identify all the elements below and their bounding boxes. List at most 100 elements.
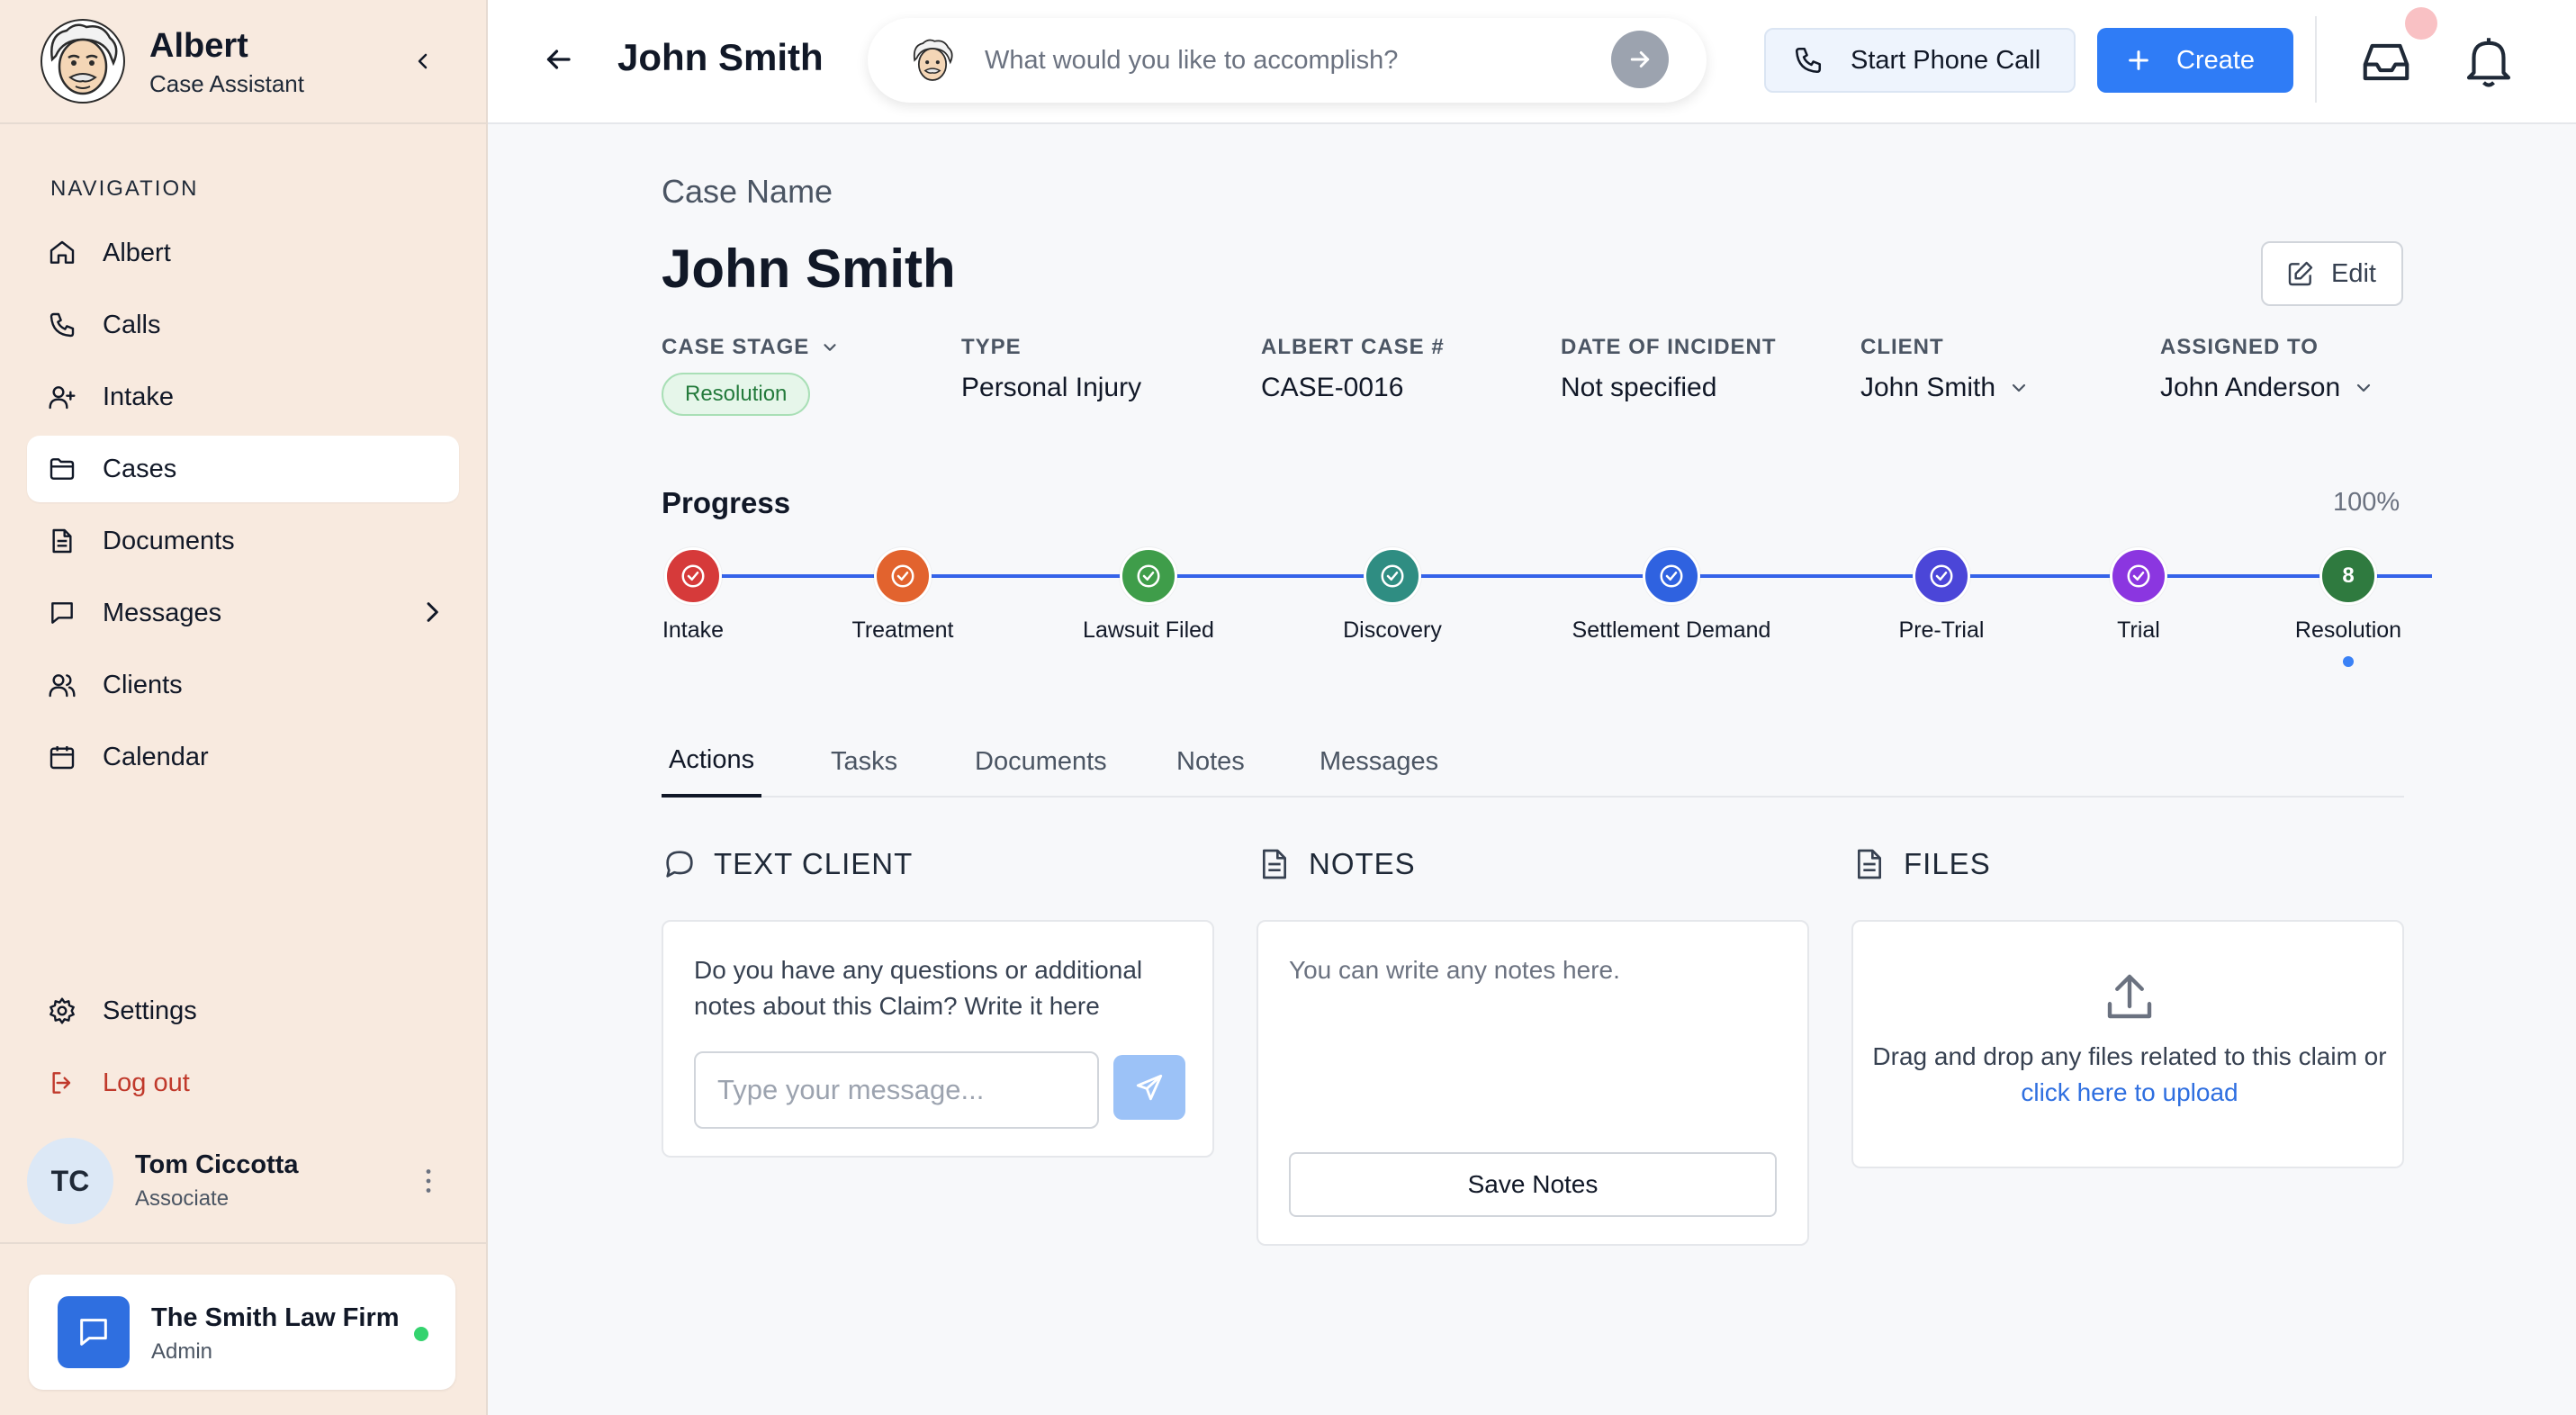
client-value: John Smith xyxy=(1860,373,1996,402)
save-notes-button[interactable]: Save Notes xyxy=(1289,1152,1777,1217)
files-header: FILES xyxy=(1851,846,1991,882)
assigned-to-field: ASSIGNED TO John Anderson xyxy=(2160,335,2374,403)
upload-text: Drag and drop any files related to this … xyxy=(1872,1042,2387,1070)
sidebar-item-calendar[interactable]: Calendar xyxy=(27,724,459,790)
case-stage-label: CASE STAGE xyxy=(662,335,810,359)
check-circle-icon xyxy=(664,547,722,605)
notes-textarea[interactable]: You can write any notes here. xyxy=(1289,952,1793,988)
chat-bubble-icon xyxy=(666,851,693,878)
tab-tasks[interactable]: Tasks xyxy=(831,726,897,798)
avatar: TC xyxy=(27,1138,113,1224)
upload-icon xyxy=(2107,974,2152,1019)
sidebar-item-documents[interactable]: Documents xyxy=(27,508,459,574)
progress-step-intake[interactable]: Intake xyxy=(585,547,801,644)
progress-title: Progress xyxy=(662,486,791,519)
progress-step-resolution[interactable]: 8 Resolution xyxy=(2240,547,2456,667)
assigned-to-dropdown[interactable]: John Anderson xyxy=(2160,373,2374,403)
sidebar-item-albert[interactable]: Albert xyxy=(27,220,459,286)
back-arrow-icon[interactable] xyxy=(542,43,574,76)
step-label: Trial xyxy=(2117,617,2160,643)
sidebar-item-label: Intake xyxy=(103,382,174,411)
plus-icon xyxy=(2129,50,2148,70)
inbox-icon[interactable] xyxy=(2358,34,2414,90)
progress-step-discovery[interactable]: Discovery xyxy=(1284,547,1500,644)
step-label: Settlement Demand xyxy=(1572,617,1771,643)
sidebar-bottom-nav: Settings Log out xyxy=(27,978,459,1122)
files-title: FILES xyxy=(1904,847,1991,880)
send-icon xyxy=(1136,1074,1163,1101)
upload-link[interactable]: click here to upload xyxy=(2021,1078,2238,1106)
phone-icon xyxy=(1795,47,1822,74)
step-label: Resolution xyxy=(2294,617,2402,643)
logout-button[interactable]: Log out xyxy=(27,1050,459,1116)
albert-logo-icon xyxy=(41,19,125,104)
sidebar-item-clients[interactable]: Clients xyxy=(27,652,459,718)
tab-messages[interactable]: Messages xyxy=(1320,726,1438,798)
assistant-search-input[interactable] xyxy=(983,38,1559,83)
create-button[interactable]: Create xyxy=(2097,28,2293,93)
progress-step-trial[interactable]: Trial xyxy=(2031,547,2247,644)
assigned-to-label: ASSIGNED TO xyxy=(2160,335,2319,359)
step-label: Pre-Trial xyxy=(1898,617,1985,643)
sidebar-item-label: Documents xyxy=(103,526,235,555)
text-client-card: Do you have any questions or additional … xyxy=(662,920,1214,1158)
file-dropzone[interactable]: Drag and drop any files related to this … xyxy=(1851,920,2404,1168)
start-phone-call-label: Start Phone Call xyxy=(1851,45,2041,75)
text-client-header: TEXT CLIENT xyxy=(662,846,913,882)
case-detail: Case Name John Smith Edit CASE STAGE Res… xyxy=(488,126,2576,1415)
start-phone-call-button[interactable]: Start Phone Call xyxy=(1764,28,2076,93)
chevron-down-icon xyxy=(824,344,836,351)
case-stage-dropdown[interactable]: CASE STAGE xyxy=(662,335,840,360)
sidebar-item-calls[interactable]: Calls xyxy=(27,292,459,358)
albert-avatar-icon xyxy=(913,39,953,81)
assigned-to-value: John Anderson xyxy=(2160,373,2341,402)
step-label: Intake xyxy=(662,617,725,643)
status-badge: Resolution xyxy=(662,373,811,416)
bell-icon[interactable] xyxy=(2459,31,2518,90)
top-bar: John Smith Start Phone Call Create xyxy=(488,0,2576,124)
sidebar-item-cases[interactable]: Cases xyxy=(27,436,459,502)
tab-notes[interactable]: Notes xyxy=(1176,726,1245,798)
more-vertical-icon[interactable] xyxy=(412,1165,445,1197)
current-step-indicator xyxy=(2343,656,2354,667)
app-subtitle: Case Assistant xyxy=(149,70,304,97)
text-client-prompt: Do you have any questions or additional … xyxy=(694,956,1143,1020)
send-message-button[interactable] xyxy=(1113,1055,1185,1120)
check-circle-icon xyxy=(874,547,932,605)
user-card[interactable]: TC Tom Ciccotta Associate xyxy=(27,1138,459,1224)
firm-switcher[interactable]: The Smith Law Firm Admin xyxy=(29,1275,455,1390)
incident-date-value: Not specified xyxy=(1561,373,1717,402)
progress-step-lawsuit-filed[interactable]: Lawsuit Filed xyxy=(1040,547,1256,644)
sidebar-item-label: Cases xyxy=(103,454,177,483)
chevron-down-icon xyxy=(2012,383,2026,392)
sidebar-item-settings[interactable]: Settings xyxy=(27,978,459,1044)
incident-date-label: DATE OF INCIDENT xyxy=(1561,335,1777,359)
sidebar-item-intake[interactable]: Intake xyxy=(27,364,459,430)
user-role: Associate xyxy=(135,1186,230,1211)
edit-button[interactable]: Edit xyxy=(2261,241,2403,306)
progress-step-treatment[interactable]: Treatment xyxy=(795,547,1011,644)
tab-actions[interactable]: Actions xyxy=(662,726,762,798)
document-icon xyxy=(1263,849,1286,879)
tab-documents[interactable]: Documents xyxy=(975,726,1107,798)
sidebar-item-messages[interactable]: Messages xyxy=(27,580,459,646)
step-number: 8 xyxy=(2319,547,2377,605)
case-number-value: CASE-0016 xyxy=(1261,373,1404,402)
file-icon xyxy=(1858,849,1881,879)
incident-date-field: DATE OF INCIDENT Not specified xyxy=(1561,335,1777,403)
case-stage-field: CASE STAGE Resolution xyxy=(662,335,840,416)
submit-search-button[interactable] xyxy=(1611,31,1669,88)
progress-step-settlement-demand[interactable]: Settlement Demand xyxy=(1563,547,1779,644)
client-dropdown[interactable]: John Smith xyxy=(1860,373,2030,403)
progress-step-pre-trial[interactable]: Pre-Trial xyxy=(1833,547,2049,644)
check-circle-icon xyxy=(1643,547,1700,605)
step-label: Lawsuit Filed xyxy=(1083,617,1214,643)
collapse-sidebar-button[interactable] xyxy=(405,43,441,79)
phone-icon xyxy=(50,312,75,338)
check-circle-icon xyxy=(1364,547,1421,605)
message-input[interactable] xyxy=(694,1051,1099,1129)
divider xyxy=(2315,16,2317,103)
assistant-search-bar xyxy=(868,18,1707,103)
sidebar-nav: Albert Calls Intake Cases Documents Mess… xyxy=(27,220,459,796)
users-icon xyxy=(49,674,76,698)
